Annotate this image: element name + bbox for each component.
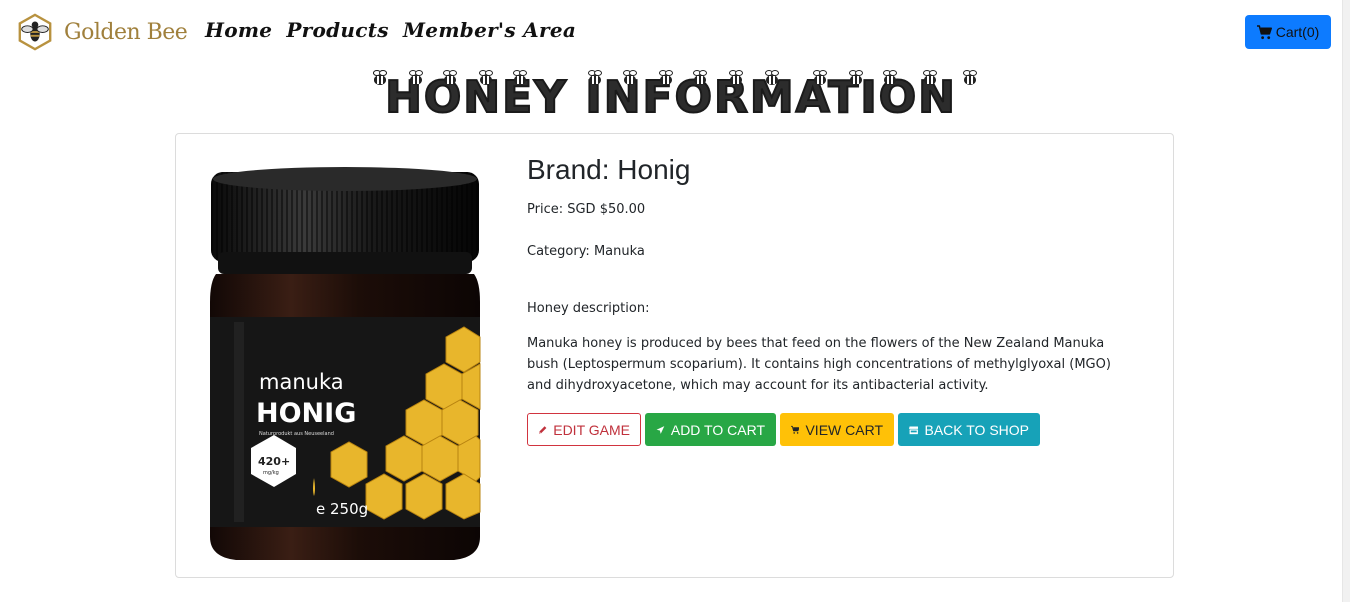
navbar: Golden Bee Home Products Member's Area C…: [0, 0, 1342, 64]
brand-name: Golden Bee: [64, 19, 188, 45]
edit-game-button[interactable]: EDIT GAME: [527, 413, 641, 446]
cart-icon: [791, 425, 800, 434]
add-to-cart-label: ADD TO CART: [670, 421, 765, 438]
bee-decoration-icon: [373, 70, 977, 86]
product-card: manuka HONIG Naturprodukt aus Neuseeland…: [175, 133, 1174, 578]
page-scrollbar[interactable]: [1342, 0, 1350, 602]
view-cart-label: VIEW CART: [805, 421, 883, 438]
label-manuka-text: manuka: [259, 370, 344, 394]
nav-link-products[interactable]: Products: [286, 18, 389, 42]
store-icon: [909, 425, 919, 434]
pencil-icon: [538, 425, 547, 434]
label-honig-text: HONIG: [256, 398, 356, 429]
nav-link-home[interactable]: Home: [205, 18, 272, 42]
back-to-shop-label: BACK TO SHOP: [924, 421, 1029, 438]
nav-link-members-area[interactable]: Member's Area: [403, 18, 576, 42]
back-to-shop-button[interactable]: BACK TO SHOP: [898, 413, 1040, 446]
cart-button[interactable]: Cart(0): [1245, 15, 1331, 49]
category-text: Category: Manuka: [527, 244, 645, 259]
cart-count-label: Cart(0): [1275, 24, 1320, 40]
edit-game-label: EDIT GAME: [553, 421, 630, 438]
product-image: manuka HONIG Naturprodukt aus Neuseeland…: [210, 167, 481, 560]
label-mgo-text: 420+: [258, 455, 290, 468]
label-weight-text: e 250g: [316, 500, 368, 518]
brand-heading: Brand: Honig: [527, 154, 691, 185]
description-label: Honey description:: [527, 301, 650, 316]
cart-icon: [1256, 24, 1272, 39]
label-subtitle-text: Naturprodukt aus Neuseeland: [259, 431, 334, 437]
add-to-cart-button[interactable]: ADD TO CART: [645, 413, 776, 446]
paper-plane-icon: [656, 425, 665, 434]
price-text: Price: SGD $50.00: [527, 202, 646, 217]
nav-links: Home Products Member's Area: [205, 18, 576, 42]
brand-link[interactable]: Golden Bee: [16, 12, 188, 52]
label-mgo-unit-text: mg/kg: [263, 470, 279, 476]
bee-logo-icon: [18, 13, 52, 51]
description-text: Manuka honey is produced by bees that fe…: [527, 336, 1111, 393]
action-buttons: EDIT GAME ADD TO CART VIEW CART BACK TO …: [527, 413, 1040, 446]
view-cart-button[interactable]: VIEW CART: [780, 413, 894, 446]
